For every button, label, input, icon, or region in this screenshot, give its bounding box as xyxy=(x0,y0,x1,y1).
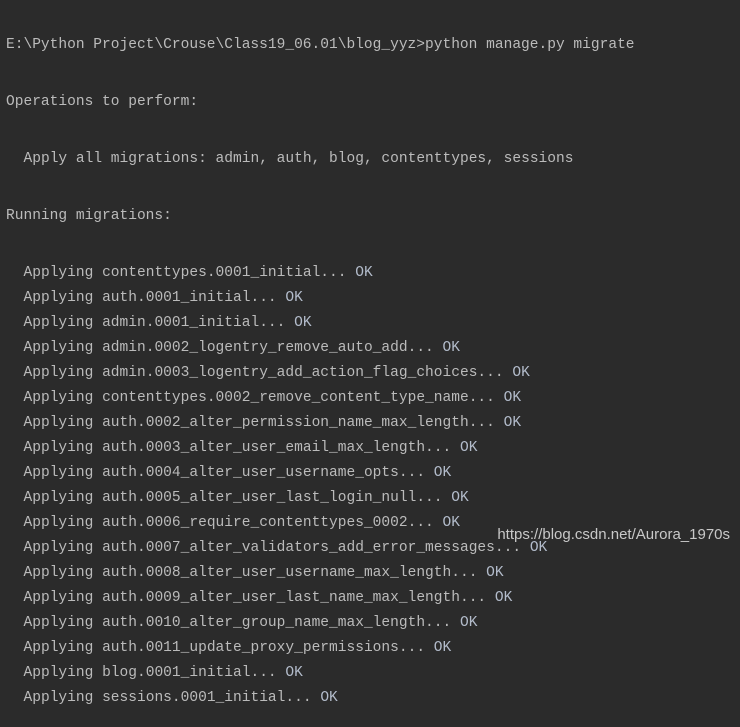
migration-status: OK xyxy=(285,665,303,681)
migration-line: Applying auth.0011_update_proxy_permissi… xyxy=(6,636,635,661)
migration-text: Applying admin.0003_logentry_add_action_… xyxy=(23,365,513,381)
migration-text: Applying auth.0011_update_proxy_permissi… xyxy=(23,640,434,656)
migration-status: OK xyxy=(512,365,530,381)
migration-text: Applying auth.0005_alter_user_last_login… xyxy=(23,490,452,506)
migration-status: OK xyxy=(459,440,478,456)
migration-status: OK xyxy=(442,515,460,531)
migration-line: Applying auth.0010_alter_group_name_max_… xyxy=(6,611,635,636)
operations-header: Operations to perform: xyxy=(6,94,199,110)
migration-status: OK xyxy=(294,315,312,331)
migration-line: Applying blog.0001_initial... OK xyxy=(6,661,635,686)
migration-status: OK xyxy=(503,390,522,406)
running-header: Running migrations: xyxy=(6,208,172,224)
migration-text: Applying sessions.0001_initial... xyxy=(23,690,321,706)
migration-line: Applying admin.0003_logentry_add_action_… xyxy=(6,361,635,386)
migration-text: Applying blog.0001_initial... xyxy=(23,665,286,681)
migration-text: Applying auth.0009_alter_user_last_name_… xyxy=(23,590,495,606)
terminal-output: E:\Python Project\Crouse\Class19_06.01\b… xyxy=(6,1,635,727)
migration-line: Applying auth.0009_alter_user_last_name_… xyxy=(6,586,635,611)
migration-line: Applying auth.0004_alter_user_username_o… xyxy=(6,461,635,486)
migration-text: Applying auth.0001_initial... xyxy=(23,290,286,306)
migration-text: Applying contenttypes.0001_initial... xyxy=(23,265,356,281)
migration-status: OK xyxy=(442,340,460,356)
migration-status: OK xyxy=(355,265,373,281)
migration-text: Applying contenttypes.0002_remove_conten… xyxy=(23,390,504,406)
migration-line: Applying contenttypes.0002_remove_conten… xyxy=(6,386,635,411)
migration-text: Applying admin.0001_initial... xyxy=(23,315,295,331)
command-line: E:\Python Project\Crouse\Class19_06.01\b… xyxy=(6,37,635,53)
migration-line: Applying admin.0002_logentry_remove_auto… xyxy=(6,336,635,361)
migration-line: Applying auth.0003_alter_user_email_max_… xyxy=(6,436,635,461)
migration-status: OK xyxy=(433,640,452,656)
migration-line: Applying auth.0008_alter_user_username_m… xyxy=(6,561,635,586)
migration-line: Applying admin.0001_initial... OK xyxy=(6,311,635,336)
migration-status: OK xyxy=(459,615,478,631)
migration-text: Applying auth.0006_require_contenttypes_… xyxy=(23,515,443,531)
migration-line: Applying sessions.0001_initial... OK xyxy=(6,686,635,711)
watermark: https://blog.csdn.net/Aurora_1970s xyxy=(497,526,730,543)
migration-text: Applying auth.0008_alter_user_username_m… xyxy=(23,565,487,581)
migration-text: Applying auth.0003_alter_user_email_max_… xyxy=(23,440,460,456)
migration-status: OK xyxy=(503,415,522,431)
migration-status: OK xyxy=(320,690,338,706)
migration-list: Applying contenttypes.0001_initial... OK… xyxy=(6,261,635,711)
migration-status: OK xyxy=(494,590,513,606)
migration-text: Applying auth.0002_alter_permission_name… xyxy=(23,415,504,431)
migration-text: Applying auth.0007_alter_validators_add_… xyxy=(23,540,530,556)
migration-text: Applying admin.0002_logentry_remove_auto… xyxy=(23,340,443,356)
migration-text: Applying auth.0010_alter_group_name_max_… xyxy=(23,615,460,631)
migration-line: Applying auth.0002_alter_permission_name… xyxy=(6,411,635,436)
migration-line: Applying contenttypes.0001_initial... OK xyxy=(6,261,635,286)
migration-text: Applying auth.0004_alter_user_username_o… xyxy=(23,465,434,481)
migration-line: Applying auth.0005_alter_user_last_login… xyxy=(6,486,635,511)
migration-status: OK xyxy=(285,290,303,306)
migration-status: OK xyxy=(451,490,469,506)
migration-status: OK xyxy=(486,565,504,581)
migration-line: Applying auth.0001_initial... OK xyxy=(6,286,635,311)
apply-all-line: Apply all migrations: admin, auth, blog,… xyxy=(23,151,574,167)
migration-status: OK xyxy=(433,465,452,481)
